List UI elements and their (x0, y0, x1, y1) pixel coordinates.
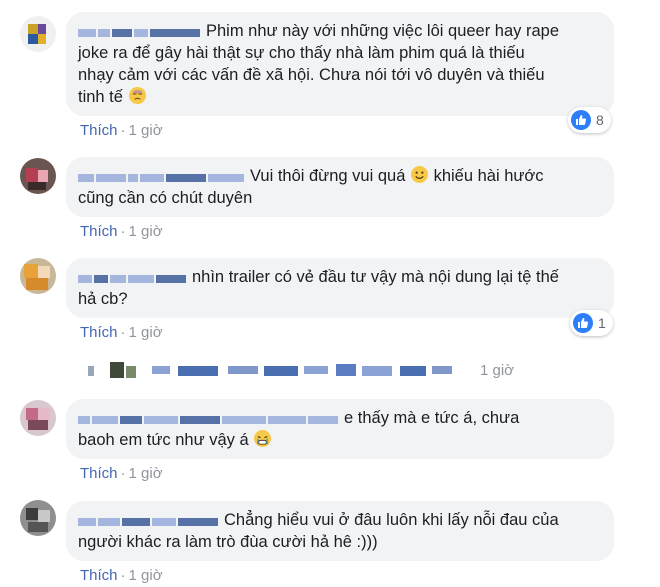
smiling-face-icon (410, 165, 429, 184)
comment-text: e thấy mà e tức á, chưa (344, 409, 520, 427)
comment-text: Chẳng hiểu vui ở đâu luôn khi lấy nỗi đa… (224, 511, 559, 529)
like-link[interactable]: Thích (80, 465, 118, 482)
pensive-face-icon (128, 86, 146, 105)
comment-text: baoh em tức như vậy á (78, 431, 249, 449)
commenter-name[interactable] (78, 510, 220, 526)
reaction-count[interactable]: 1 (570, 310, 613, 336)
comment-bubble: nhìn trailer có vẻ đầu tư vậy mà nội dun… (66, 258, 614, 318)
comment-text: nhìn trailer có vẻ đầu tư vậy mà nội dun… (192, 268, 559, 286)
comment-bubble: Vui thôi đừng vui quá khiếu hài hước cũn… (66, 157, 614, 217)
like-reaction-icon (571, 110, 591, 130)
comment-text: nhạy cảm với các vấn đề xã hội. Chưa nói… (78, 66, 545, 84)
reaction-count[interactable]: 8 (568, 107, 611, 133)
comment-meta: Thích · 1 giờ (80, 324, 163, 341)
comment-text: hả cb? (78, 290, 128, 308)
like-link[interactable]: Thích (80, 122, 118, 139)
avatar[interactable] (20, 500, 56, 536)
separator: · (120, 324, 126, 341)
comment-meta: Thích · 1 giờ (80, 465, 163, 482)
comment-bubble: Phim như này với những việc lôi queer ha… (66, 12, 614, 116)
like-link[interactable]: Thích (80, 223, 118, 240)
avatar[interactable] (20, 16, 56, 52)
comment-text: joke ra để gây hài thật sự cho thấy nhà … (78, 44, 525, 62)
comment-text: khiếu hài hước (433, 167, 544, 185)
comment-text: cũng cần có chút duyên (78, 189, 253, 207)
comment-bubble: e thấy mà e tức á, chưa baoh em tức như … (66, 399, 614, 459)
avatar[interactable] (20, 158, 56, 194)
separator: · (120, 465, 126, 482)
comment-text: Vui thôi đừng vui quá (250, 167, 406, 185)
timestamp[interactable]: 1 giờ (129, 223, 163, 240)
separator: · (120, 223, 126, 240)
crying-face-icon (254, 429, 272, 448)
avatar[interactable] (20, 258, 56, 294)
separator: · (120, 567, 126, 584)
comment-meta: Thích · 1 giờ (80, 122, 163, 139)
timestamp[interactable]: 1 giờ (129, 465, 163, 482)
commenter-name[interactable] (78, 166, 246, 182)
like-link[interactable]: Thích (80, 567, 118, 584)
commenter-name[interactable] (78, 267, 188, 283)
like-link[interactable]: Thích (80, 324, 118, 341)
comment-text: Phim như này với những việc lôi queer ha… (206, 22, 560, 40)
comment-bubble: Chẳng hiểu vui ở đâu luôn khi lấy nỗi đa… (66, 501, 614, 561)
separator: · (120, 122, 126, 139)
commenter-name[interactable] (78, 408, 340, 424)
comment-meta: Thích · 1 giờ (80, 567, 163, 584)
timestamp[interactable]: 1 giờ (129, 122, 163, 139)
like-reaction-icon (573, 313, 593, 333)
timestamp[interactable]: 1 giờ (129, 324, 163, 341)
reaction-number: 8 (596, 112, 604, 128)
comment-text: tinh tế (78, 88, 123, 106)
avatar[interactable] (20, 400, 56, 436)
reaction-number: 1 (598, 315, 606, 331)
comment-meta: Thích · 1 giờ (80, 223, 163, 240)
reply-timestamp[interactable]: 1 giờ (480, 362, 514, 379)
timestamp[interactable]: 1 giờ (129, 567, 163, 584)
comment-text: người khác ra làm trò đùa cười hả hê :))… (78, 533, 378, 551)
commenter-name[interactable] (78, 21, 202, 37)
